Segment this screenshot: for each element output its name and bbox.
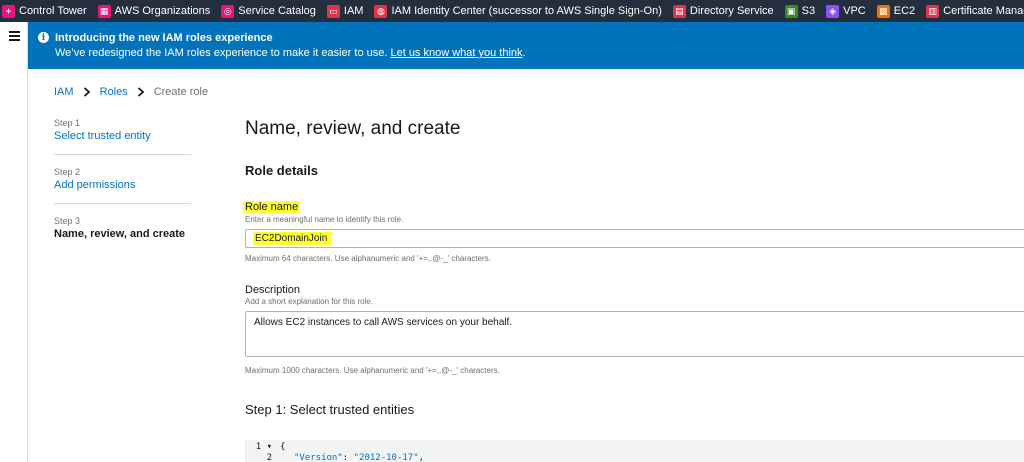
step-2: Step 2 Add permissions [54, 167, 191, 204]
breadcrumb-iam[interactable]: IAM [54, 86, 74, 98]
chevron-right-icon [137, 87, 145, 98]
description-textarea[interactable]: Allows EC2 instances to call AWS service… [245, 311, 1024, 357]
favorite-directory-service[interactable]: ▤ Directory Service [672, 0, 774, 22]
description-value: Allows EC2 instances to call AWS service… [254, 317, 513, 328]
favorite-service-catalog[interactable]: ◎ Service Catalog [221, 0, 316, 22]
role-name-value: EC2DomainJoin [253, 232, 333, 245]
iam-icon: ▭ [326, 4, 340, 18]
code-value: "2012-10-17" [353, 453, 419, 462]
favorite-label: IAM Identity Center (successor to AWS Si… [391, 5, 662, 17]
chevron-right-icon [83, 87, 91, 98]
favorite-label: Certificate Manager [943, 5, 1024, 17]
role-name-description: Enter a meaningful name to identify this… [245, 215, 404, 224]
page-title: Name, review, and create [245, 118, 461, 139]
favorite-label: IAM [343, 5, 364, 17]
step-add-permissions-link[interactable]: Add permissions [54, 179, 191, 191]
s3-icon: ▣ [784, 4, 798, 18]
code-sep: : [342, 453, 354, 462]
favorite-vpc[interactable]: ◈ VPC [826, 0, 866, 22]
favorite-s3[interactable]: ▣ S3 [784, 0, 816, 22]
favorite-control-tower[interactable]: + Control Tower [2, 0, 87, 22]
step-number: Step 3 [54, 216, 81, 226]
favorite-label: Service Catalog [238, 5, 316, 17]
line-number[interactable]: 1 ▾ [246, 442, 280, 453]
step-number: Step 2 [54, 167, 81, 177]
favorite-certificate-manager[interactable]: ▥Certificate Manager [926, 0, 1024, 22]
favorite-label: EC2 [893, 5, 916, 17]
step-current-label: Name, review, and create [54, 228, 186, 240]
step-1: Step 1 Select trusted entity [54, 118, 191, 155]
vpc-icon: ◈ [826, 4, 840, 18]
side-rail [0, 22, 28, 462]
directory-service-icon: ▤ [672, 4, 686, 18]
favorite-organizations[interactable]: ▦ AWS Organizations [97, 0, 211, 22]
certificate-manager-icon: ▥ [926, 4, 940, 18]
favorite-label: AWS Organizations [114, 5, 211, 17]
breadcrumb-roles[interactable]: Roles [100, 86, 128, 98]
trust-policy-editor[interactable]: 1 ▾ { 2 "Version": "2012-10-17", [245, 440, 1024, 462]
description-label: Description [245, 284, 301, 296]
code-text: { [280, 442, 286, 452]
breadcrumb: IAM Roles Create role [54, 86, 208, 98]
code-line: 2 "Version": "2012-10-17", [246, 453, 425, 462]
control-tower-icon: + [2, 4, 15, 18]
role-name-label: Role name [243, 201, 301, 213]
banner-suffix: . [522, 47, 526, 59]
favorites-bar: + Control Tower ▦ AWS Organizations ◎ Service… [0, 0, 1024, 22]
ec2-icon: ▩ [876, 4, 890, 18]
banner-title: Introducing the new IAM roles experience [55, 32, 273, 44]
step-number: Step 1 [54, 118, 81, 128]
breadcrumb-current: Create role [153, 86, 209, 98]
trusted-entities-heading: Step 1: Select trusted entities [245, 402, 415, 417]
organizations-icon: ▦ [97, 4, 111, 18]
code-key: "Version" [294, 453, 343, 462]
info-icon: i [38, 32, 49, 43]
favorite-identity-center[interactable]: ◍ IAM Identity Center (successor to AWS S… [374, 0, 662, 22]
step-select-trusted-entity-link[interactable]: Select trusted entity [54, 130, 191, 142]
banner-text: We’ve redesigned the IAM roles experienc… [55, 47, 526, 59]
section-title: Role details [245, 163, 318, 178]
wizard-steps: Step 1 Select trusted entity Step 2 Add … [54, 118, 191, 264]
step-3: Step 3 Name, review, and create [54, 216, 191, 252]
favorite-label: Control Tower [19, 5, 87, 17]
favorite-label: Directory Service [689, 5, 774, 17]
favorite-iam[interactable]: ▭ IAM [326, 0, 364, 22]
favorite-label: S3 [801, 5, 816, 17]
role-name-hint: Maximum 64 characters. Use alphanumeric … [245, 254, 491, 263]
code-text: "Version": "2012-10-17", [280, 453, 424, 462]
menu-icon[interactable] [9, 31, 20, 43]
service-catalog-icon: ◎ [221, 4, 235, 18]
role-name-input[interactable]: EC2DomainJoin [245, 229, 1024, 248]
feedback-link[interactable]: Let us know what you think [390, 47, 522, 59]
favorite-ec2[interactable]: ▩ EC2 [876, 0, 916, 22]
favorite-label: VPC [843, 5, 866, 17]
line-number: 2 [266, 453, 272, 462]
code-end: , [418, 453, 425, 462]
identity-center-icon: ◍ [374, 4, 388, 18]
description-help: Add a short explanation for this role. [245, 297, 374, 306]
banner-message: We’ve redesigned the IAM roles experienc… [55, 47, 391, 59]
description-hint: Maximum 1000 characters. Use alphanumeri… [245, 366, 500, 375]
code-line: 1 ▾ { [246, 442, 286, 453]
info-banner: i Introducing the new IAM roles experien… [28, 22, 1024, 69]
